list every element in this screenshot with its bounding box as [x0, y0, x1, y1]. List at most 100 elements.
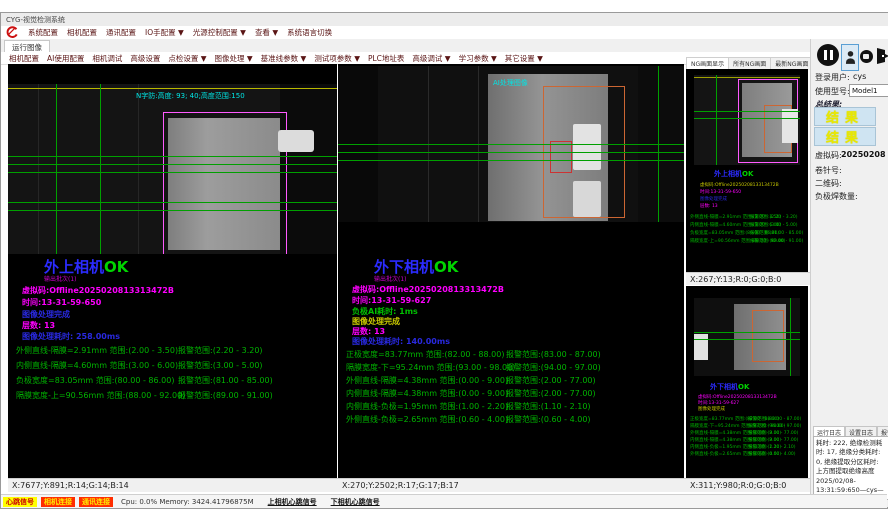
window-title: CYG-视觉检测系统 [6, 15, 65, 25]
mini-alarm: 报警范围:(2.20 - 3.20) [750, 214, 798, 220]
bright-feature [694, 334, 708, 360]
measurement-text: 外侧直线-隔膜=4.38mm 范围:(0.00 - 9.00) [346, 375, 508, 386]
model-input[interactable]: Model1 [849, 84, 888, 97]
tool-baseline-params[interactable]: 基准线参数 ▼ [261, 53, 307, 64]
virtual-code-value: 20250208 [841, 150, 886, 159]
upper-camera-heartbeat-link[interactable]: 上相机心跳信号 [268, 497, 317, 507]
process-time-line: 图像处理耗时: 140.00ms [352, 336, 450, 347]
menu-item-camera-config[interactable]: 相机配置 [67, 27, 97, 38]
ng-image-top[interactable] [694, 75, 800, 165]
tool-camera-config[interactable]: 相机配置 [9, 53, 39, 64]
ng-image-bottom[interactable] [694, 298, 800, 376]
measurement-text: 负极宽度=83.05mm 范围:(80.00 - 86.00) [16, 375, 174, 386]
mini-ok-label: OK [738, 383, 749, 391]
display-button[interactable] [859, 46, 873, 66]
pause-icon [824, 50, 827, 60]
camera-image-left[interactable]: N字防:高度: 93; 40;高度范围:150 [8, 84, 337, 254]
log-text: 耗时: 222, 绝缘检测耗时: 17, 绝缘分类耗时: 0, 绝缘提取分区耗时… [816, 439, 884, 500]
pause-button[interactable] [817, 44, 839, 66]
lower-camera-heartbeat-link[interactable]: 下相机心跳信号 [331, 497, 380, 507]
mini-layers: 层数: 13 [700, 203, 718, 209]
cursor-coordinates: X:270;Y:2502;R:17;G:17;B:17 [342, 481, 459, 490]
tool-image-processing[interactable]: 图像处理 ▼ [215, 53, 253, 64]
measurement-row: 正极宽度=83.77mm 范围:(82.00 - 88.00) 报警范围:(83… [338, 349, 684, 359]
menu-item-view[interactable]: 查看 ▼ [255, 27, 278, 38]
mini-alarm: 报警范围:(81.00 - 85.00) [750, 230, 803, 236]
alarm-range: 报警范围:(2.00 - 77.00) [506, 375, 596, 386]
login-user-value: cys [853, 72, 866, 81]
cursor-coordinates: X:7677;Y:891;R:14;G:14;B:14 [12, 481, 129, 490]
app-window: CYG-视觉检测系统 系统配置 相机配置 通讯配置 IO手配置 ▼ 光源控制配置… [0, 0, 888, 522]
menu-item-comm-config[interactable]: 通讯配置 [106, 27, 136, 38]
menu-item-io-config[interactable]: IO手配置 ▼ [145, 27, 184, 38]
right-panel: 登录用户: cys 使用型号: Model1 总结果: 结果 结果 虚拟码: 2… [810, 39, 888, 507]
app-logo-icon [6, 26, 19, 39]
ok-label: OK [104, 258, 128, 276]
tool-camera-debug[interactable]: 相机调试 [92, 53, 122, 64]
result-badge-bottom: 结果 [814, 127, 876, 146]
exit-icon [875, 47, 888, 65]
tool-advanced-debug[interactable]: 高级调试 ▼ [412, 53, 450, 64]
mini-alarm: 报警范围:(2.00 - 77.00) [748, 430, 798, 436]
measurement-text: 隔膜宽度-下=95.24mm 范围:(93.00 - 98.00) [346, 362, 515, 373]
measurement-text: 外侧直线-隔膜=2.91mm 范围:(2.00 - 3.50) [16, 345, 178, 356]
menu-item-language-switch[interactable]: 系统语言切换 [287, 27, 332, 38]
camera-view-left: N字防:高度: 93; 40;高度范围:150 外上相机OK 输出批次(1) 虚… [8, 64, 337, 478]
tool-other-settings[interactable]: 其它设置 ▼ [505, 53, 543, 64]
result-text: 结果 [826, 127, 864, 146]
log-textbox[interactable]: 耗时: 222, 绝缘检测耗时: 17, 绝缘分类耗时: 0, 绝缘提取分区耗时… [813, 436, 888, 500]
exit-button[interactable] [874, 45, 888, 67]
tabbar: 运行图像 [1, 39, 885, 53]
tool-advanced-settings[interactable]: 高级设置 [130, 53, 160, 64]
tool-spot-check[interactable]: 点检设置 ▼ [168, 53, 206, 64]
scene-seam [138, 84, 139, 254]
overlay-line-green [338, 144, 684, 145]
mini-alarm: 报警范围:(2.00 - 77.00) [748, 437, 798, 443]
mini-camera-title: 外下相机 [710, 383, 738, 391]
overlay-line-yellow [694, 77, 800, 78]
menu-item-light-config[interactable]: 光源控制配置 ▼ [193, 27, 246, 38]
menu-item-system-config[interactable]: 系统配置 [28, 27, 58, 38]
tool-learn-params[interactable]: 学习参数 ▼ [459, 53, 497, 64]
virtual-code-label: 虚拟码: [815, 150, 842, 161]
alarm-range: 报警范围:(94.00 - 97.00) [506, 362, 601, 373]
measurement-text: 外侧直线-负极=2.65mm 范围:(0.60 - 4.00) [346, 414, 508, 425]
tool-test-params[interactable]: 测试项参数 ▼ [314, 53, 360, 64]
measurement-row: 外侧直线-隔膜=2.91mm 范围:(2.00 - 3.50) 报警范围:(2.… [8, 345, 337, 355]
measurement-row: 外侧直线-负极=2.65mm 范围:(0.60 - 4.00) 报警范围:(0.… [338, 414, 684, 424]
barcode-line: 虚拟码:Offline2025020813313472B [352, 284, 504, 295]
cursor-status-middle: X:270;Y:2502;R:17;G:17;B:17 [338, 478, 688, 492]
overlay-label: N字防:高度: 93; 40;高度范围:150 [136, 91, 245, 101]
tool-ai-usage-config[interactable]: AI使用配置 [47, 53, 84, 64]
time-line: 时间:13-31-59-627 [352, 295, 431, 306]
measurement-text: 内侧直线-隔膜=4.38mm 范围:(0.00 - 9.00) [346, 388, 508, 399]
mini-alarm: 报警范围:(3.00 - 5.00) [750, 222, 798, 228]
camera-image-middle[interactable]: AI处理图像 [338, 66, 684, 222]
measurement-text: 内侧直线-隔膜=4.60mm 范围:(3.00 - 6.00) [16, 360, 178, 371]
mini-time: 时间:13-31-59-650 [700, 189, 741, 195]
alarm-range: 报警范围:(89.00 - 91.00) [178, 390, 273, 401]
overlay-line-green [694, 118, 800, 119]
cursor-status-ng-bottom: X:311;Y:980;R:0;G:0;B:0 [686, 478, 812, 492]
overlay-line-green [8, 202, 337, 203]
scene-dark-column [280, 84, 337, 254]
overlay-line-green [716, 75, 717, 165]
cursor-status-ng-top: X:267;Y:13;R:0;G:0;B:0 [686, 272, 812, 285]
workpiece [168, 118, 280, 250]
ok-label: OK [434, 258, 458, 276]
model-label: 使用型号: [815, 86, 850, 97]
bright-feature [573, 124, 601, 170]
menubar: 系统配置 相机配置 通讯配置 IO手配置 ▼ 光源控制配置 ▼ 查看 ▼ 系统语… [1, 26, 888, 40]
measurement-row: 外侧直线-隔膜=4.38mm 范围:(0.00 - 9.00) 报警范围:(2.… [338, 375, 684, 385]
user-button[interactable] [841, 44, 859, 71]
camera-connection-badge: 相机连接 [41, 497, 75, 507]
login-user-label: 登录用户: [815, 72, 850, 83]
mini-process-done: 图像处理完成 [698, 406, 725, 412]
measurement-row: 内侧直线-隔膜=4.38mm 范围:(0.00 - 9.00) 报警范围:(2.… [338, 388, 684, 398]
overlay-line-yellow [8, 88, 337, 89]
overlay-line-green [8, 172, 337, 173]
tool-plc-address[interactable]: PLC地址表 [368, 53, 404, 64]
overlay-line-green [658, 66, 659, 222]
qrcode-label: 二维码: [815, 178, 842, 189]
ng-view-bottom: 外下相机OK 虚拟码:Offline2025020813313472B 时间:1… [686, 286, 808, 478]
